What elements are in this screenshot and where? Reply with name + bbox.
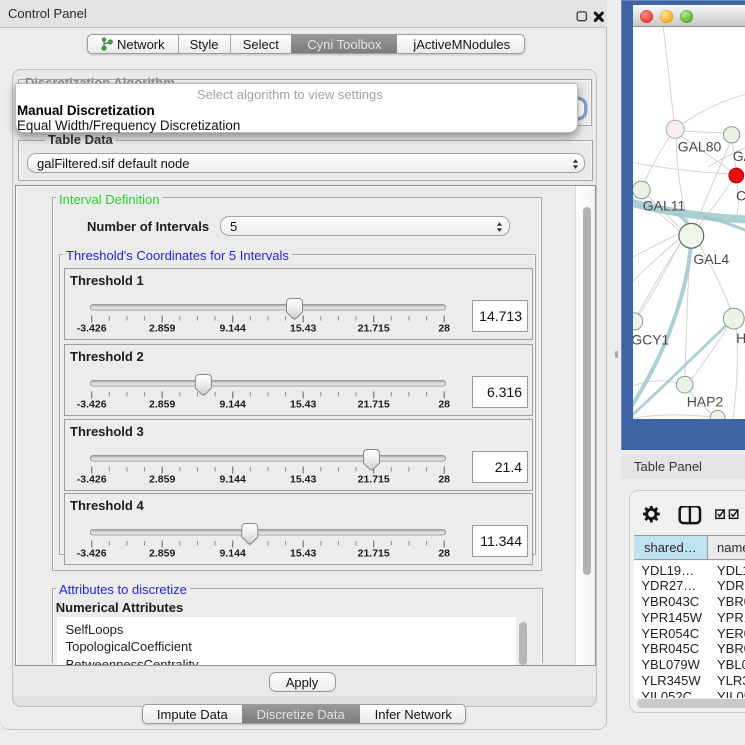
svg-text:GAL11: GAL11 [642, 198, 685, 214]
svg-text:GA: GA [732, 148, 745, 164]
svg-text:GAL80: GAL80 [677, 139, 721, 155]
svg-text:2.859: 2.859 [149, 322, 175, 334]
svg-text:-3.426: -3.426 [77, 398, 107, 410]
svg-text:15.43: 15.43 [290, 322, 316, 334]
svg-text:-3.426: -3.426 [77, 474, 107, 486]
svg-text:9.144: 9.144 [220, 548, 246, 560]
svg-text:15.43: 15.43 [290, 548, 316, 560]
svg-text:21.715: 21.715 [358, 474, 390, 486]
svg-text:9.144: 9.144 [220, 322, 246, 334]
svg-text:2.859: 2.859 [149, 474, 175, 486]
svg-text:21.715: 21.715 [358, 322, 390, 334]
svg-text:-3.426: -3.426 [77, 322, 107, 334]
svg-text:2.859: 2.859 [149, 548, 175, 560]
svg-text:15.43: 15.43 [290, 398, 316, 410]
svg-text:9.144: 9.144 [220, 398, 246, 410]
svg-text:21.715: 21.715 [358, 398, 390, 410]
svg-text:CY: CY [736, 188, 745, 204]
svg-text:28: 28 [438, 474, 450, 486]
svg-text:HAP2: HAP2 [686, 393, 723, 409]
svg-text:GAL4: GAL4 [693, 251, 729, 267]
svg-text:GCY1: GCY1 [633, 332, 670, 348]
svg-text:2.859: 2.859 [149, 398, 175, 410]
svg-text:28: 28 [438, 322, 450, 334]
svg-text:21.715: 21.715 [358, 548, 390, 560]
svg-text:28: 28 [438, 548, 450, 560]
svg-text:28: 28 [438, 398, 450, 410]
svg-text:9.144: 9.144 [220, 474, 246, 486]
svg-text:-3.426: -3.426 [77, 548, 107, 560]
svg-text:15.43: 15.43 [290, 474, 316, 486]
svg-text:H: H [736, 330, 745, 346]
